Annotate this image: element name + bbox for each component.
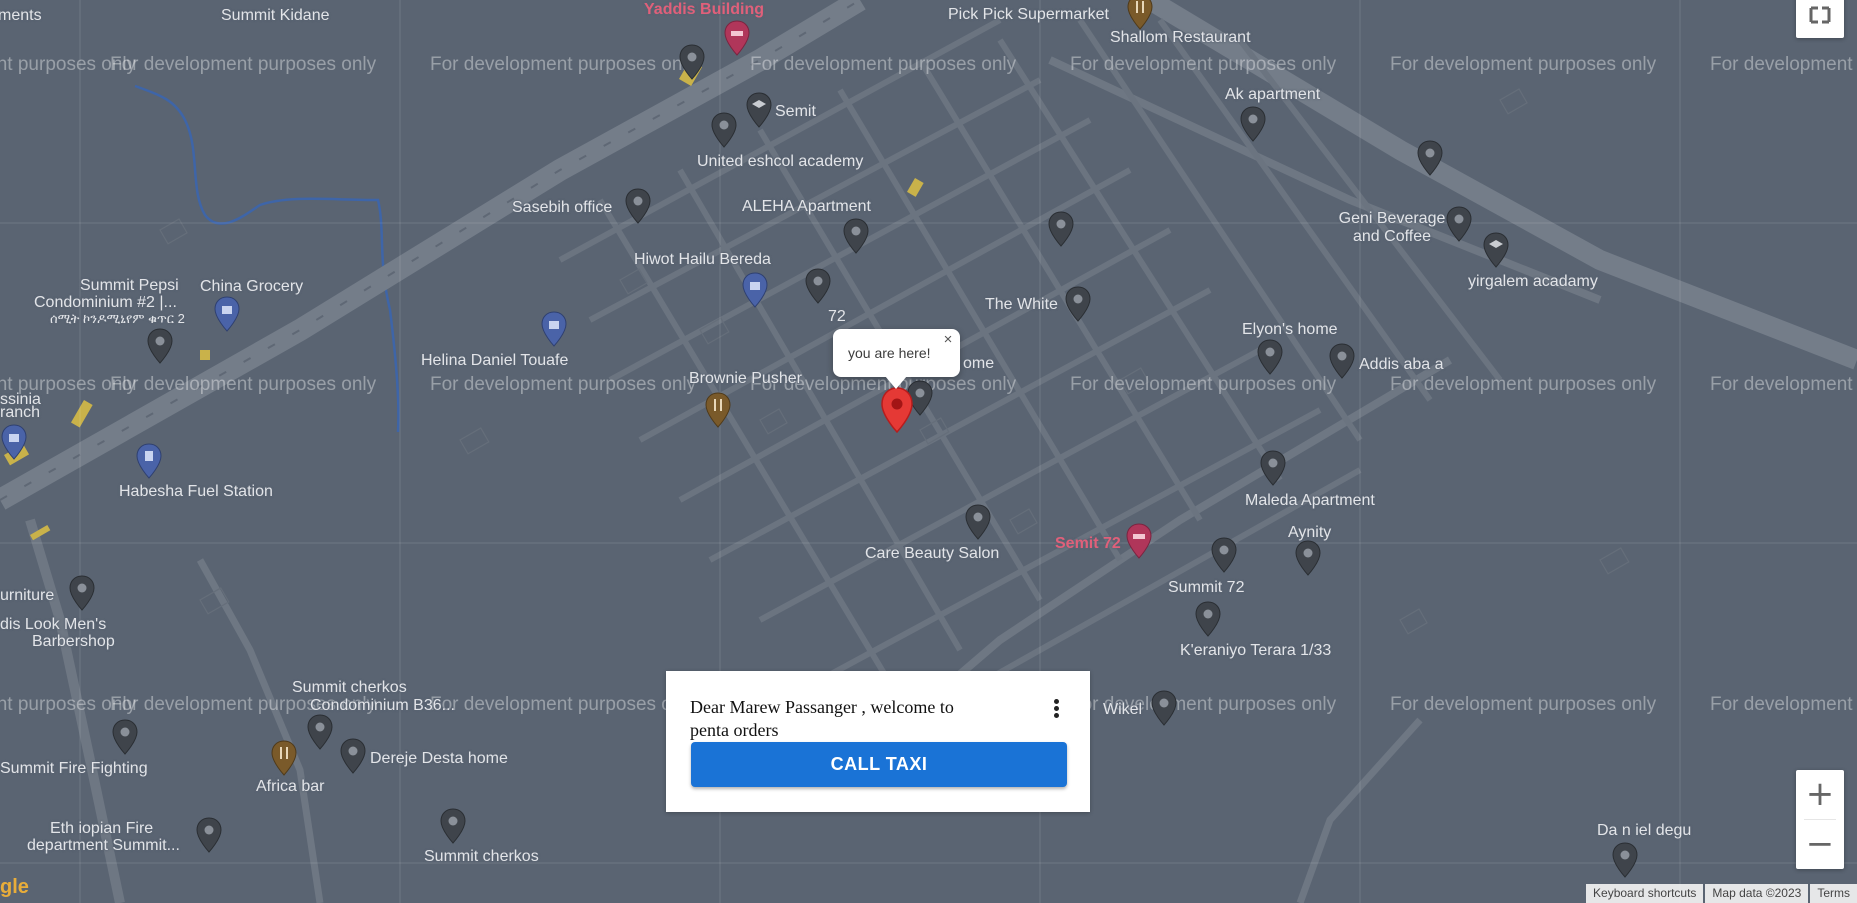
- place-label[interactable]: Ak apartment: [1225, 86, 1320, 104]
- shopping-pin-icon[interactable]: [213, 296, 241, 332]
- place-label[interactable]: Summit Pepsi: [80, 277, 179, 295]
- place-label[interactable]: Hiwot Hailu Bereda: [634, 251, 771, 269]
- map-pin-icon[interactable]: [804, 268, 832, 304]
- zoom-control: + −: [1796, 770, 1844, 869]
- place-label[interactable]: Barbershop: [32, 633, 115, 651]
- map-pin-icon[interactable]: [1256, 339, 1284, 375]
- place-label[interactable]: department Summit...: [27, 837, 180, 855]
- close-icon[interactable]: ×: [940, 332, 956, 348]
- place-label[interactable]: Summit cherkos: [424, 848, 539, 866]
- terms-link[interactable]: Terms: [1810, 884, 1857, 903]
- map-pin-icon[interactable]: [1416, 140, 1444, 176]
- map-data-attribution[interactable]: Map data ©2023: [1705, 884, 1809, 903]
- place-label[interactable]: Da n iel degu: [1597, 822, 1691, 840]
- fullscreen-button[interactable]: [1796, 0, 1844, 38]
- map-pin-icon[interactable]: [68, 575, 96, 611]
- place-label[interactable]: Shallom Restaurant: [1110, 29, 1251, 47]
- school-pin-icon[interactable]: [745, 92, 773, 128]
- more-vert-icon[interactable]: [1046, 697, 1066, 721]
- place-label[interactable]: Condominium B36...: [310, 697, 455, 715]
- place-label[interactable]: Pick Pick Supermarket: [948, 6, 1109, 24]
- map-pin-icon[interactable]: [1294, 540, 1322, 576]
- place-label[interactable]: Wikel: [1103, 701, 1142, 719]
- place-label[interactable]: Summit Fire Fighting: [0, 760, 148, 778]
- map-pin-icon[interactable]: [195, 817, 223, 853]
- map-pin-icon[interactable]: [1445, 206, 1473, 242]
- place-label[interactable]: Semit: [775, 103, 816, 121]
- place-label[interactable]: ments: [0, 7, 42, 25]
- map-pin-icon[interactable]: [439, 808, 467, 844]
- map-pin-icon[interactable]: [1259, 450, 1287, 486]
- place-label[interactable]: ome: [963, 355, 994, 373]
- place-label[interactable]: Summit cherkos: [292, 679, 407, 697]
- map-pin-icon[interactable]: [1611, 842, 1639, 878]
- map-pin-icon[interactable]: [1064, 286, 1092, 322]
- zoom-in-button[interactable]: +: [1796, 770, 1844, 819]
- place-label[interactable]: dis Look Men's: [0, 616, 106, 634]
- map-pin-icon[interactable]: [1194, 601, 1222, 637]
- map-pin-icon[interactable]: [1047, 211, 1075, 247]
- place-label[interactable]: Africa bar: [256, 778, 324, 796]
- place-label[interactable]: ranch: [0, 404, 40, 422]
- place-label[interactable]: Sasebih office: [512, 199, 612, 217]
- place-label[interactable]: Elyon's home: [1242, 321, 1338, 339]
- place-label[interactable]: The White: [985, 296, 1058, 314]
- place-label[interactable]: Habesha Fuel Station: [119, 483, 273, 501]
- zoom-out-button[interactable]: −: [1796, 820, 1844, 869]
- info-window-text: you are here!: [848, 345, 931, 361]
- welcome-message: Dear Marew Passanger , welcome to penta …: [690, 697, 954, 740]
- map-pin-icon[interactable]: [678, 44, 706, 80]
- map-pin-icon[interactable]: [1150, 690, 1178, 726]
- place-label[interactable]: Addis aba a: [1359, 356, 1444, 374]
- map-pin-icon[interactable]: [1239, 106, 1267, 142]
- place-label[interactable]: United eshcol academy: [697, 153, 863, 171]
- fuel-pin-icon[interactable]: [135, 443, 163, 479]
- place-label[interactable]: ሰሚት ኮንዶሚኒየም ቁጥር 2: [50, 310, 185, 328]
- fullscreen-icon: [1809, 6, 1831, 24]
- place-label[interactable]: Yaddis Building: [644, 1, 764, 19]
- place-label[interactable]: Geni Beverage and Coffee: [1332, 210, 1452, 246]
- map-pin-icon[interactable]: [964, 504, 992, 540]
- place-label[interactable]: urniture: [0, 587, 54, 605]
- call-taxi-button[interactable]: CALL TAXI: [691, 742, 1067, 787]
- restaurant-pin-icon[interactable]: [270, 740, 298, 776]
- map-pin-icon[interactable]: [1328, 343, 1356, 379]
- school-pin-icon[interactable]: [1482, 232, 1510, 268]
- place-label[interactable]: Summit Kidane: [221, 7, 330, 25]
- hotel-pin-icon[interactable]: [1125, 523, 1153, 559]
- map-pin-icon[interactable]: [710, 112, 738, 148]
- map-pin-icon[interactable]: [1210, 537, 1238, 573]
- place-label[interactable]: Summit 72: [1168, 579, 1244, 597]
- place-label[interactable]: Helina Daniel Touafe: [421, 352, 568, 370]
- place-label[interactable]: yirgalem acadamy: [1468, 273, 1598, 291]
- keyboard-shortcuts-link[interactable]: Keyboard shortcuts: [1586, 884, 1704, 903]
- map-footer: Keyboard shortcuts Map data ©2023 Terms: [1584, 884, 1857, 903]
- place-label[interactable]: ALEHA Apartment: [742, 198, 871, 216]
- shopping-pin-icon[interactable]: [741, 272, 769, 308]
- place-label[interactable]: Eth iopian Fire: [50, 820, 153, 838]
- hotel-pin-icon[interactable]: [723, 20, 751, 56]
- place-label[interactable]: Dereje Desta home: [370, 750, 508, 768]
- place-label[interactable]: 72: [828, 308, 846, 326]
- shopping-pin-icon[interactable]: [540, 311, 568, 347]
- place-label[interactable]: Brownie Pusher: [689, 370, 802, 388]
- user-location-marker-icon[interactable]: [880, 387, 914, 434]
- place-label[interactable]: K'eraniyo Terara 1/33: [1180, 642, 1331, 660]
- map-pin-icon[interactable]: [306, 714, 334, 750]
- map-pin-icon[interactable]: [339, 738, 367, 774]
- place-label[interactable]: Maleda Apartment: [1245, 492, 1375, 510]
- restaurant-pin-icon[interactable]: [1126, 0, 1154, 30]
- map-pin-icon[interactable]: [146, 328, 174, 364]
- you-are-here-info-window: you are here! ×: [833, 329, 960, 389]
- google-logo[interactable]: gle: [0, 876, 29, 899]
- map-pin-icon[interactable]: [842, 218, 870, 254]
- map-pin-icon[interactable]: [624, 188, 652, 224]
- restaurant-pin-icon[interactable]: [704, 392, 732, 428]
- place-label[interactable]: China Grocery: [200, 278, 303, 296]
- shopping-pin-icon[interactable]: [0, 424, 28, 460]
- taxi-order-card: Dear Marew Passanger , welcome to penta …: [666, 671, 1090, 812]
- place-label[interactable]: Semit 72: [1055, 535, 1121, 553]
- map-pin-icon[interactable]: [111, 719, 139, 755]
- place-label[interactable]: Care Beauty Salon: [865, 545, 999, 563]
